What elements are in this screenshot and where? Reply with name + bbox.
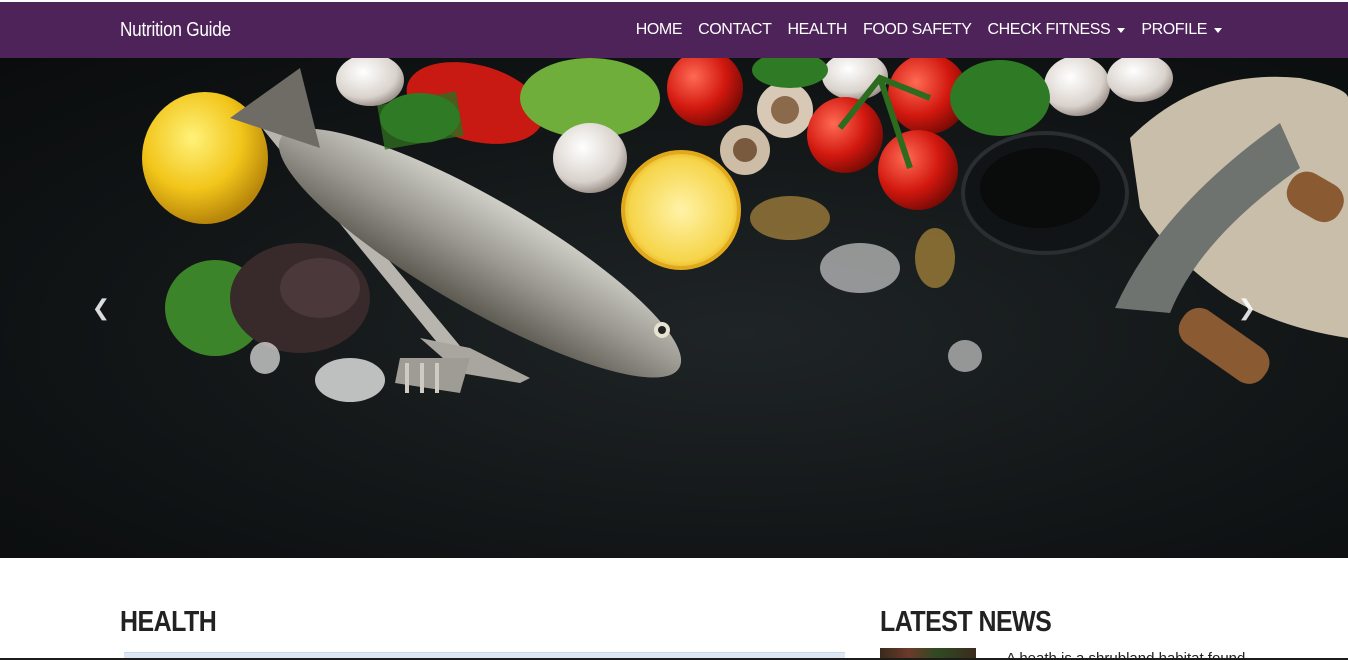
hero-carousel: ❮ ❯ [0,58,1348,558]
lettuce-left [165,243,370,356]
nav-food-safety-label: FOOD SAFETY [863,21,972,38]
nav-contact[interactable]: CONTACT [698,21,772,39]
tomato [667,58,743,126]
latest-news-title: LATEST NEWS [880,606,1052,638]
nav-profile-label: PROFILE [1141,21,1207,38]
nav-menu: HOME CONTACT HEALTH FOOD SAFETY CHECK FI… [620,2,1222,58]
nav-food-safety[interactable]: FOOD SAFETY [863,21,972,39]
nav-contact-label: CONTACT [698,21,772,38]
brand-logo[interactable]: Nutrition Guide [120,2,231,58]
garlic [553,123,627,193]
nav-health[interactable]: HEALTH [787,21,847,39]
chevron-left-icon: ❮ [91,296,111,321]
chevron-right-icon: ❯ [1237,296,1257,321]
nav-check-fitness-dropdown[interactable]: CHECK FITNESS [988,21,1126,39]
nav-home[interactable]: HOME [635,21,683,39]
caret-down-icon [1117,27,1126,33]
nav-check-fitness-label: CHECK FITNESS [987,21,1111,38]
nav-profile-dropdown[interactable]: PROFILE [1141,21,1222,39]
nav-health-label: HEALTH [787,21,847,38]
nav-home-label: HOME [635,21,683,38]
caret-down-icon [1214,27,1222,33]
hero-food-image [142,58,1348,402]
carousel-next-button[interactable]: ❯ [1232,298,1262,320]
navbar: Nutrition Guide HOME CONTACT HEALTH FOOD… [0,2,1348,58]
health-section-title: HEALTH [120,606,217,638]
carousel-prev-button[interactable]: ❮ [86,298,116,320]
